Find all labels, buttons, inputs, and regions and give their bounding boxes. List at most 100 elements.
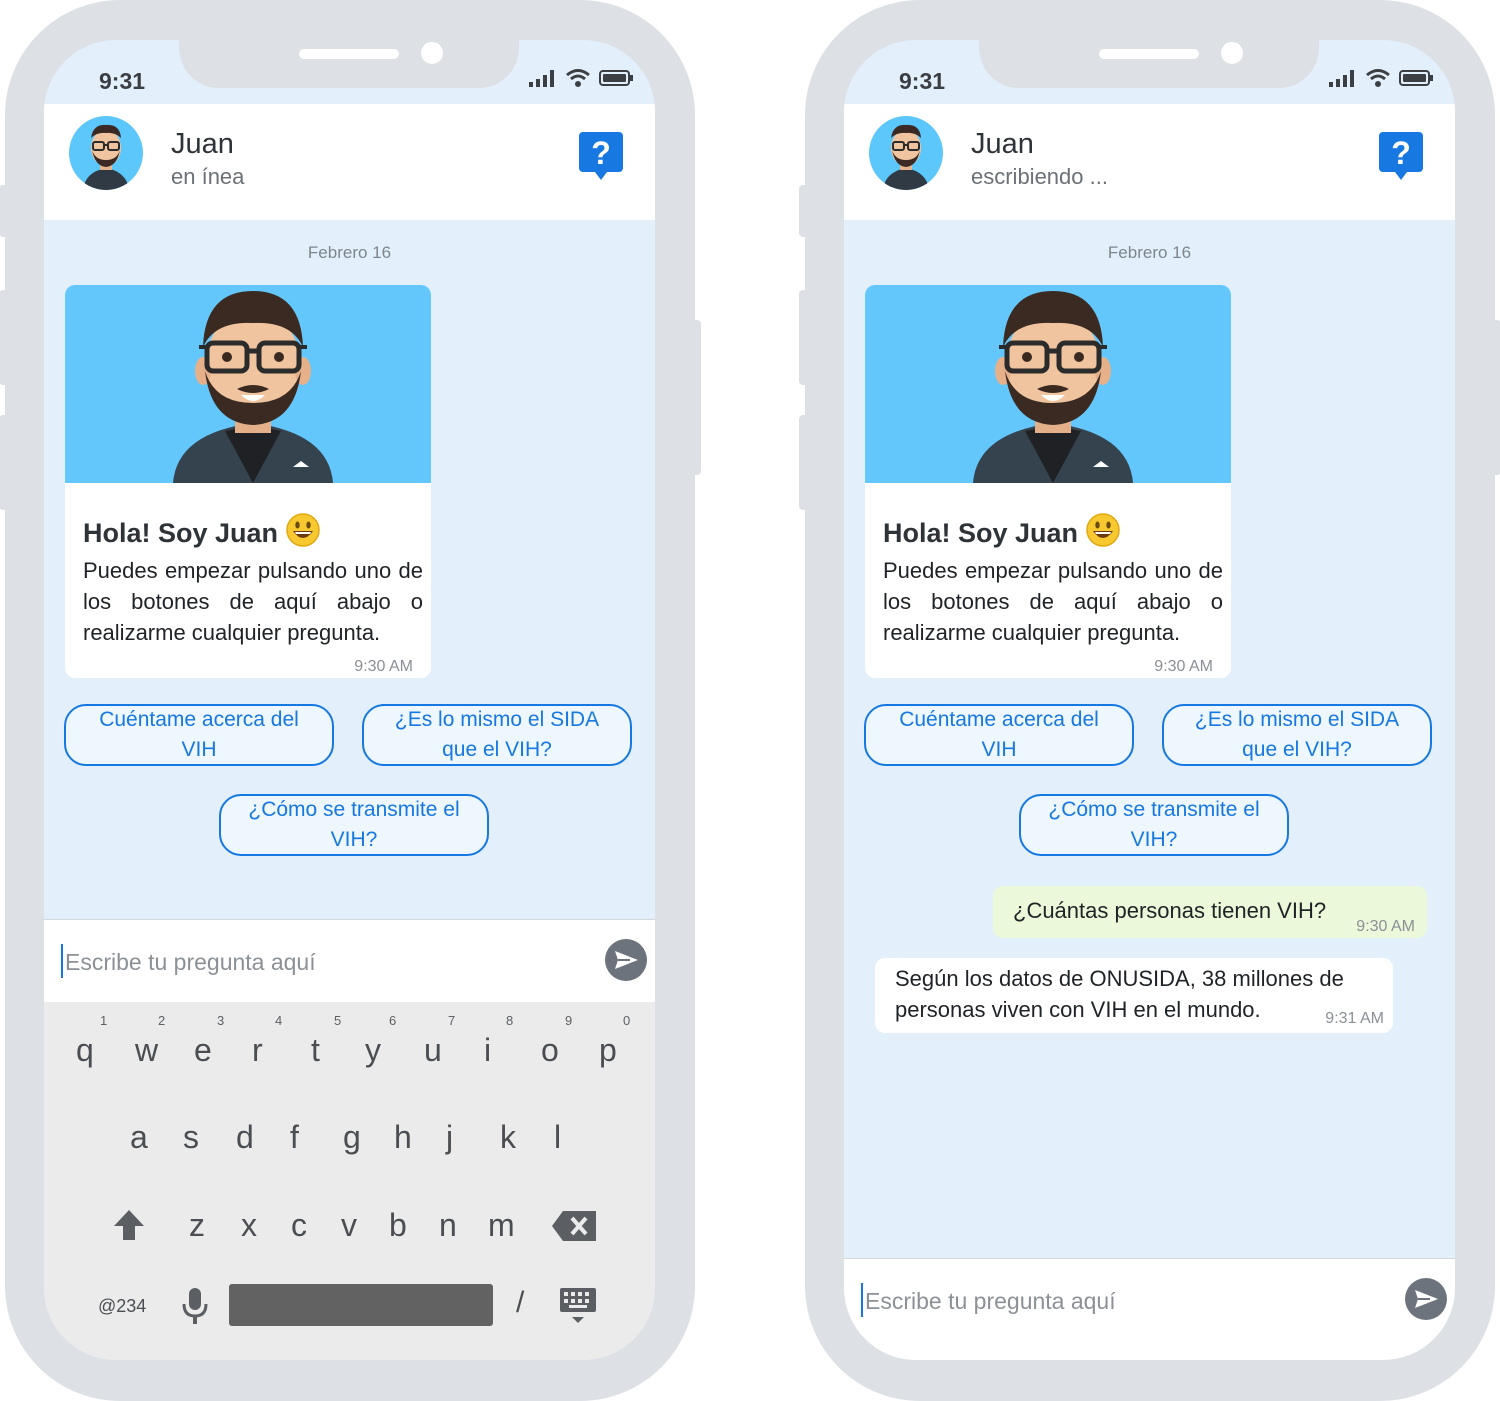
avatar[interactable] — [869, 116, 943, 190]
power-button — [691, 320, 701, 475]
shift-icon[interactable] — [112, 1208, 146, 1247]
message-input[interactable] — [65, 944, 585, 980]
avatar-illustration — [865, 285, 1231, 483]
incoming-message: Según los datos de ONUSIDA, 38 millones … — [875, 958, 1393, 1033]
key-hint-9: 9 — [565, 1013, 573, 1028]
key-hint-3: 3 — [217, 1013, 225, 1028]
send-icon[interactable] — [1405, 1278, 1447, 1320]
welcome-card: Hola! Soy Juan Puedes empezar pulsando u… — [865, 285, 1231, 678]
wifi-icon — [566, 69, 590, 87]
key-w[interactable]: w — [135, 1032, 158, 1069]
front-camera — [421, 42, 443, 64]
virtual-keyboard: 1 2 3 4 5 6 7 8 9 0 q w e r t y u i o p … — [44, 1002, 655, 1360]
contact-name: Juan — [971, 128, 1034, 160]
help-question-icon[interactable]: ? — [1379, 132, 1423, 187]
space-bar[interactable] — [229, 1284, 493, 1326]
chat-header: Juan en ínea ? — [44, 104, 655, 220]
key-n[interactable]: n — [439, 1207, 457, 1244]
svg-text:?: ? — [591, 135, 611, 171]
screen-left: Juan en ínea ? 9:31 Febrero 16 Hola! Soy… — [44, 40, 655, 1360]
quick-reply-vih[interactable]: Cuéntame acerca del VIH — [64, 704, 334, 766]
screen-right: Juan escribiendo ... ? 9:31 Febrero 16 H… — [844, 40, 1455, 1360]
mute-switch — [799, 185, 809, 237]
smile-emoji-icon — [286, 513, 320, 554]
quick-reply-transmission[interactable]: ¿Cómo se transmite el VIH? — [219, 794, 489, 856]
key-t[interactable]: t — [311, 1032, 320, 1069]
speaker — [299, 49, 399, 59]
key-hint-7: 7 — [448, 1013, 456, 1028]
key-hint-5: 5 — [334, 1013, 342, 1028]
send-icon[interactable] — [605, 939, 647, 981]
key-l[interactable]: l — [554, 1119, 561, 1156]
key-e[interactable]: e — [194, 1032, 212, 1069]
microphone-icon[interactable] — [180, 1286, 210, 1331]
key-a[interactable]: a — [130, 1119, 148, 1156]
date-separator: Febrero 16 — [307, 243, 392, 262]
welcome-card: Hola! Soy Juan Puedes empezar pulsando u… — [65, 285, 431, 678]
backspace-icon[interactable] — [551, 1210, 597, 1247]
contact-status: escribiendo ... — [971, 164, 1108, 189]
key-hint-2: 2 — [158, 1013, 166, 1028]
key-hint-8: 8 — [506, 1013, 514, 1028]
message-input[interactable] — [865, 1283, 1385, 1319]
help-question-icon[interactable]: ? — [579, 132, 623, 187]
key-s[interactable]: s — [183, 1119, 199, 1156]
key-h[interactable]: h — [394, 1119, 412, 1156]
key-u[interactable]: u — [424, 1032, 442, 1069]
outgoing-message-time: 9:30 AM — [1356, 918, 1415, 935]
volume-up-button — [0, 290, 9, 385]
front-camera — [1221, 42, 1243, 64]
contact-name: Juan — [171, 128, 234, 160]
volume-up-button — [799, 290, 809, 385]
key-p[interactable]: p — [599, 1032, 617, 1069]
key-o[interactable]: o — [541, 1032, 559, 1069]
incoming-message-time: 9:31 AM — [1325, 1010, 1384, 1027]
phone-right: Juan escribiendo ... ? 9:31 Febrero 16 H… — [799, 0, 1500, 1401]
slash-key[interactable]: / — [516, 1286, 524, 1320]
notch — [179, 40, 519, 88]
key-c[interactable]: c — [291, 1207, 307, 1244]
status-time: 9:31 — [899, 68, 946, 94]
card-time: 9:30 AM — [354, 658, 413, 675]
key-g[interactable]: g — [343, 1119, 361, 1156]
key-hint-0: 0 — [623, 1013, 631, 1028]
key-q[interactable]: q — [76, 1032, 94, 1069]
message-input-bar — [844, 1258, 1455, 1360]
key-hint-6: 6 — [389, 1013, 397, 1028]
power-button — [1491, 320, 1500, 475]
key-y[interactable]: y — [365, 1032, 381, 1069]
key-x[interactable]: x — [241, 1207, 257, 1244]
key-d[interactable]: d — [236, 1119, 254, 1156]
key-m[interactable]: m — [488, 1207, 515, 1244]
card-title-text: Hola! Soy Juan — [83, 518, 279, 548]
avatar-illustration — [65, 285, 431, 483]
quick-reply-sida[interactable]: ¿Es lo mismo el SIDA que el VIH? — [1162, 704, 1432, 766]
keyboard-icon[interactable] — [558, 1286, 598, 1331]
key-j[interactable]: j — [446, 1119, 453, 1156]
key-v[interactable]: v — [341, 1207, 357, 1244]
key-hint-1: 1 — [100, 1013, 108, 1028]
status-icons — [1329, 68, 1433, 88]
quick-reply-transmission[interactable]: ¿Cómo se transmite el VIH? — [1019, 794, 1289, 856]
card-title-text: Hola! Soy Juan — [883, 518, 1079, 548]
volume-down-button — [0, 415, 9, 510]
key-i[interactable]: i — [484, 1032, 491, 1069]
text-caret — [61, 944, 63, 978]
key-k[interactable]: k — [500, 1119, 516, 1156]
incoming-message-line1: Según los datos de ONUSIDA, 38 millones … — [895, 966, 1344, 991]
symbols-key[interactable]: @234 — [98, 1296, 146, 1317]
key-b[interactable]: b — [389, 1207, 407, 1244]
date-separator: Febrero 16 — [1107, 243, 1192, 262]
battery-icon — [599, 70, 633, 86]
quick-reply-vih[interactable]: Cuéntame acerca del VIH — [864, 704, 1134, 766]
card-title: Hola! Soy Juan — [83, 513, 320, 554]
outgoing-message: ¿Cuántas personas tienen VIH? 9:30 AM — [993, 886, 1427, 938]
card-text: Puedes empezar pulsando uno de los boton… — [83, 558, 423, 645]
quick-reply-sida[interactable]: ¿Es lo mismo el SIDA que el VIH? — [362, 704, 632, 766]
key-f[interactable]: f — [290, 1119, 299, 1156]
key-r[interactable]: r — [252, 1032, 263, 1069]
signal-icon — [529, 70, 554, 87]
key-z[interactable]: z — [189, 1207, 205, 1244]
avatar[interactable] — [69, 116, 143, 190]
card-title: Hola! Soy Juan — [883, 513, 1120, 554]
